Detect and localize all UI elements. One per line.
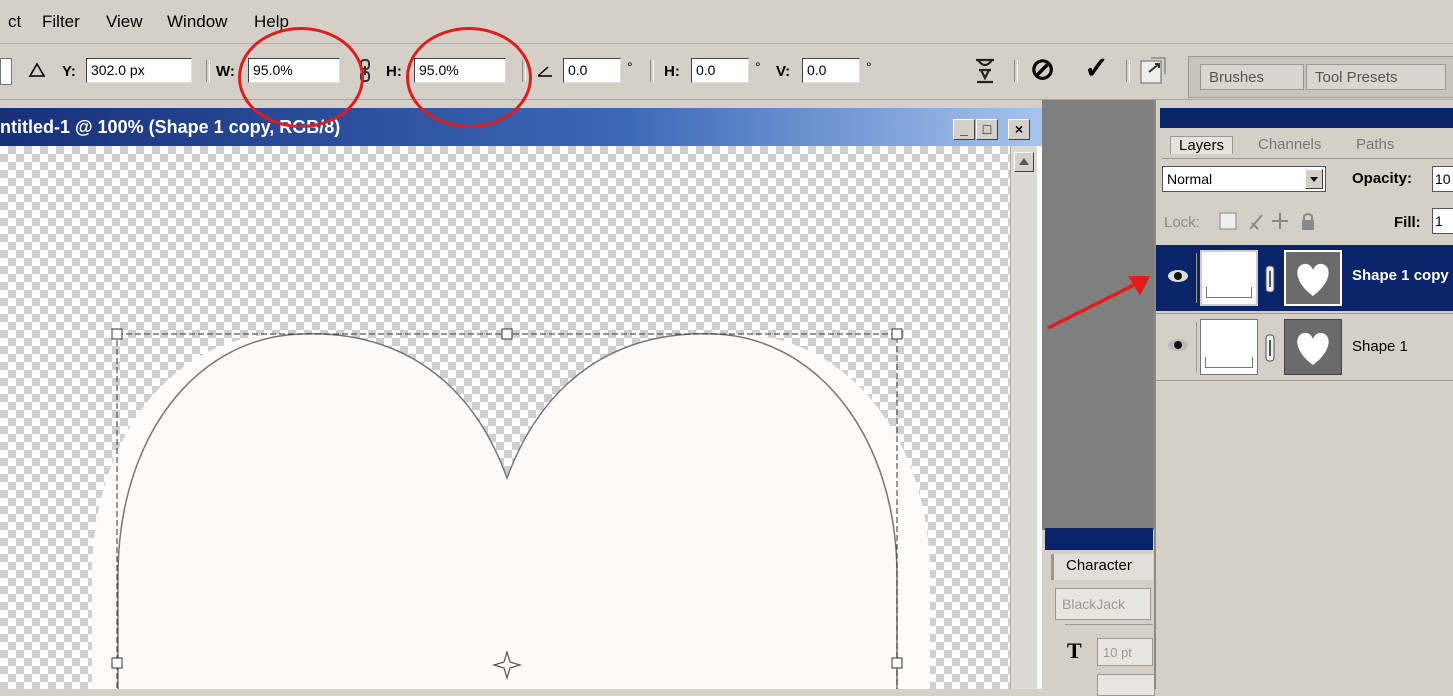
canvas[interactable]: [0, 146, 1010, 689]
document-window: ntitled-1 @ 100% (Shape 1 copy, RGB/8) _…: [0, 108, 1042, 689]
vskew-degree-symbol: °: [866, 59, 872, 75]
separator: [1014, 60, 1018, 82]
layer-name[interactable]: Shape 1 copy: [1352, 267, 1449, 284]
menu-select[interactable]: ct: [8, 12, 21, 32]
character-panel-header[interactable]: [1045, 528, 1153, 550]
divider: [1065, 624, 1153, 627]
character-tab[interactable]: Character: [1051, 554, 1153, 580]
hskew-degree-symbol: °: [755, 59, 761, 75]
heart-mask-icon: [1297, 263, 1329, 296]
h-label: H:: [386, 63, 402, 80]
vector-mask-thumbnail[interactable]: [1284, 319, 1342, 375]
chevron-down-icon[interactable]: [1305, 169, 1323, 189]
menu-view[interactable]: View: [106, 12, 143, 32]
thumbnail-detail: [1206, 287, 1252, 298]
maximize-button[interactable]: □: [976, 119, 998, 140]
link-icon[interactable]: [1264, 265, 1276, 293]
layers-panel-header[interactable]: [1160, 108, 1453, 128]
font-size-icon: T: [1067, 638, 1082, 663]
link-icon[interactable]: [1264, 334, 1276, 362]
eye-icon[interactable]: [1166, 338, 1190, 352]
width-annotation-circle: [238, 27, 364, 128]
palette-well-icon[interactable]: [1137, 54, 1171, 88]
x-field-edge[interactable]: [0, 58, 12, 85]
lock-label: Lock:: [1164, 214, 1200, 231]
minimize-button[interactable]: _: [953, 119, 975, 140]
reference-point-icon: [28, 62, 46, 77]
menu-bar: ct Filter View Window Help: [0, 0, 1453, 44]
layer-color-thumbnail[interactable]: [1200, 319, 1258, 375]
vertical-scrollbar[interactable]: [1010, 146, 1037, 689]
scroll-up-button[interactable]: [1014, 152, 1034, 172]
blend-mode-select[interactable]: Normal: [1162, 166, 1326, 192]
horizontal-skew-field[interactable]: 0.0: [691, 58, 749, 83]
height-annotation-circle: [406, 27, 532, 128]
menu-filter[interactable]: Filter: [42, 12, 80, 32]
close-button[interactable]: ×: [1008, 119, 1030, 140]
cancel-transform-icon[interactable]: ⊘: [1030, 52, 1055, 87]
separator: [206, 60, 210, 82]
paths-tab[interactable]: Paths: [1356, 136, 1394, 153]
vector-mask-thumbnail[interactable]: [1284, 250, 1342, 306]
layers-panel: Layers Channels Paths Normal Opacity: 10…: [1154, 100, 1453, 689]
thumbnail-detail: [1205, 357, 1253, 368]
fill-field[interactable]: 1: [1432, 208, 1453, 234]
angle-icon: [537, 66, 552, 77]
brushes-tab[interactable]: Brushes: [1200, 64, 1304, 90]
menu-window[interactable]: Window: [167, 12, 227, 32]
layer-color-thumbnail[interactable]: [1200, 250, 1258, 306]
warp-mode-icon[interactable]: [968, 54, 1002, 88]
vertical-skew-label: V:: [776, 63, 791, 80]
horizontal-skew-label: H:: [664, 63, 680, 80]
leading-field[interactable]: [1097, 674, 1155, 696]
character-panel: Character BlackJack T 10 pt: [1045, 528, 1155, 696]
y-label: Y:: [62, 63, 76, 80]
font-family-field[interactable]: BlackJack: [1055, 588, 1151, 620]
commit-transform-icon[interactable]: ✓: [1084, 51, 1109, 86]
channels-tab[interactable]: Channels: [1258, 136, 1321, 153]
scroll-up-icon: [1019, 158, 1029, 165]
options-bar: Y: 302.0 px W: 95.0% H: 95.0% 0.0 ° H: 0…: [0, 44, 1453, 100]
opacity-field[interactable]: 10: [1432, 166, 1453, 192]
heart-shape[interactable]: [0, 146, 1010, 689]
document-title-bar[interactable]: ntitled-1 @ 100% (Shape 1 copy, RGB/8) _…: [0, 108, 1042, 146]
annotation-arrow-icon: [1047, 276, 1150, 330]
layers-tab[interactable]: Layers: [1170, 136, 1234, 154]
separator: [650, 60, 654, 82]
layer-row-shape-1-copy[interactable]: Shape 1 copy: [1156, 245, 1453, 311]
opacity-label: Opacity:: [1352, 170, 1413, 187]
blend-mode-value: Normal: [1167, 171, 1213, 187]
separator: [1126, 60, 1130, 82]
angle-field[interactable]: 0.0: [563, 58, 621, 83]
fill-label: Fill:: [1394, 214, 1421, 231]
tool-presets-tab[interactable]: Tool Presets: [1306, 64, 1446, 90]
w-label: W:: [216, 63, 235, 80]
vertical-skew-field[interactable]: 0.0: [802, 58, 860, 83]
heart-mask-icon: [1297, 332, 1329, 365]
angle-degree-symbol: °: [627, 59, 633, 75]
panel-tabs: Layers Channels Paths: [1162, 132, 1453, 159]
y-field[interactable]: 302.0 px: [86, 58, 192, 83]
layer-row-shape-1[interactable]: Shape 1: [1156, 313, 1453, 381]
lock-icons[interactable]: [1218, 211, 1328, 233]
font-size-field[interactable]: 10 pt: [1097, 638, 1153, 666]
layer-name[interactable]: Shape 1: [1352, 338, 1408, 355]
